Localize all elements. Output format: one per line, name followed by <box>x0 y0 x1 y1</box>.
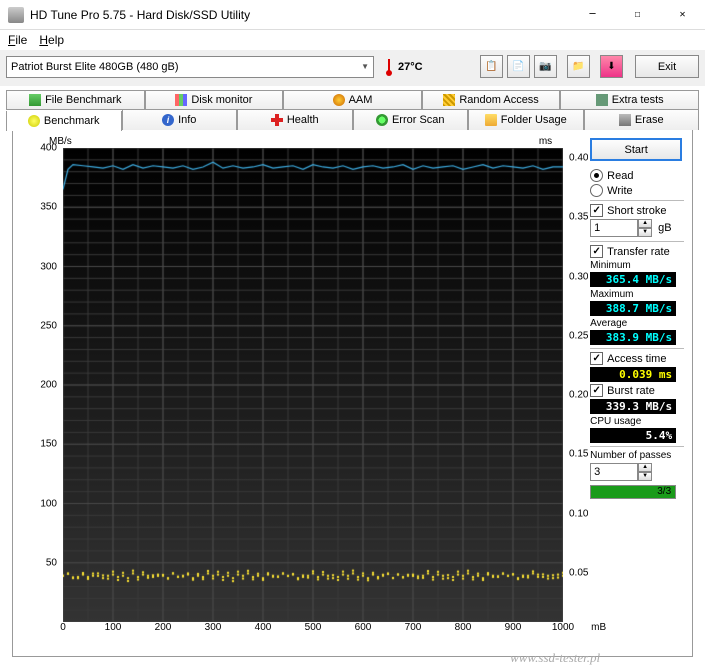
exit-button[interactable]: Exit <box>635 55 699 78</box>
save-button[interactable]: ⬇ <box>600 55 623 78</box>
num-passes-down[interactable]: ▼ <box>638 472 652 481</box>
short-stroke-input[interactable] <box>590 219 638 237</box>
menu-file[interactable]: File <box>8 33 27 47</box>
maximum-value: 388.7 MB/s <box>590 301 676 316</box>
temperature-display: 27°C <box>384 58 423 76</box>
info-icon: i <box>162 114 174 126</box>
burst-rate-value: 339.3 MB/s <box>590 399 676 414</box>
random-access-icon <box>443 94 455 106</box>
toolbar: Patriot Burst Elite 480GB (480 gB) ▼ 27°… <box>0 50 705 86</box>
chart-area: MB/s ms 50100150200250300350400 0.050.10… <box>21 138 582 648</box>
average-value: 383.9 MB/s <box>590 330 676 345</box>
thermometer-icon <box>384 58 394 76</box>
tab-info[interactable]: iInfo <box>122 110 238 130</box>
start-button[interactable]: Start <box>590 138 682 161</box>
menu-help[interactable]: Help <box>39 33 64 47</box>
num-passes-input[interactable] <box>590 463 638 481</box>
progress-bar: 3/3 <box>590 485 676 499</box>
access-time-value: 0.039 ms <box>590 367 676 382</box>
aam-icon <box>333 94 345 106</box>
tab-aam[interactable]: AAM <box>283 90 422 110</box>
error-scan-icon <box>376 114 388 126</box>
minimum-label: Minimum <box>590 260 684 271</box>
disk-monitor-icon <box>175 94 187 106</box>
num-passes-label: Number of passes <box>590 450 684 461</box>
window-title: HD Tune Pro 5.75 - Hard Disk/SSD Utility <box>30 8 570 22</box>
options-button[interactable]: 📁 <box>567 55 590 78</box>
cpu-usage-label: CPU usage <box>590 416 684 427</box>
maximum-label: Maximum <box>590 289 684 300</box>
side-panel: Start Read Write Short stroke ▲▼ gB Tran… <box>590 138 684 648</box>
num-passes-up[interactable]: ▲ <box>638 463 652 472</box>
copy-info-button[interactable]: 📋 <box>480 55 503 78</box>
temperature-value: 27°C <box>398 61 423 73</box>
tab-file-benchmark[interactable]: File Benchmark <box>6 90 145 110</box>
tab-random-access[interactable]: Random Access <box>422 90 561 110</box>
menu-bar: File Help <box>0 30 705 50</box>
save-screenshot-button[interactable]: 📷 <box>534 55 557 78</box>
short-stroke-down[interactable]: ▼ <box>638 228 652 237</box>
extra-tests-icon <box>596 94 608 106</box>
tab-disk-monitor[interactable]: Disk monitor <box>145 90 284 110</box>
folder-usage-icon <box>485 114 497 126</box>
benchmark-icon <box>28 115 40 127</box>
tab-folder-usage[interactable]: Folder Usage <box>468 110 584 130</box>
tab-benchmark[interactable]: Benchmark <box>6 111 122 131</box>
x-axis-unit: mB <box>591 622 606 633</box>
tab-extra-tests[interactable]: Extra tests <box>560 90 699 110</box>
maximize-button[interactable]: ☐ <box>615 0 660 29</box>
y2-axis-label: ms <box>539 136 552 147</box>
chevron-down-icon: ▼ <box>361 62 369 71</box>
tab-health[interactable]: Health <box>237 110 353 130</box>
drive-select-value: Patriot Burst Elite 480GB (480 gB) <box>11 61 179 73</box>
cpu-usage-value: 5.4% <box>590 428 676 443</box>
health-icon <box>271 114 283 126</box>
short-stroke-up[interactable]: ▲ <box>638 219 652 228</box>
tab-erase[interactable]: Erase <box>584 110 700 130</box>
close-button[interactable]: ✕ <box>660 0 705 29</box>
app-icon <box>8 7 24 23</box>
benchmark-chart <box>63 148 563 622</box>
progress-text: 3/3 <box>657 486 671 498</box>
minimum-value: 365.4 MB/s <box>590 272 676 287</box>
tab-error-scan[interactable]: Error Scan <box>353 110 469 130</box>
file-benchmark-icon <box>29 94 41 106</box>
title-bar: HD Tune Pro 5.75 - Hard Disk/SSD Utility… <box>0 0 705 30</box>
minimize-button[interactable]: ─ <box>570 0 615 29</box>
copy-screenshot-button[interactable]: 📄 <box>507 55 530 78</box>
watermark: www.ssd-tester.pl <box>510 650 600 666</box>
drive-select[interactable]: Patriot Burst Elite 480GB (480 gB) ▼ <box>6 56 374 78</box>
average-label: Average <box>590 318 684 329</box>
erase-icon <box>619 114 631 126</box>
